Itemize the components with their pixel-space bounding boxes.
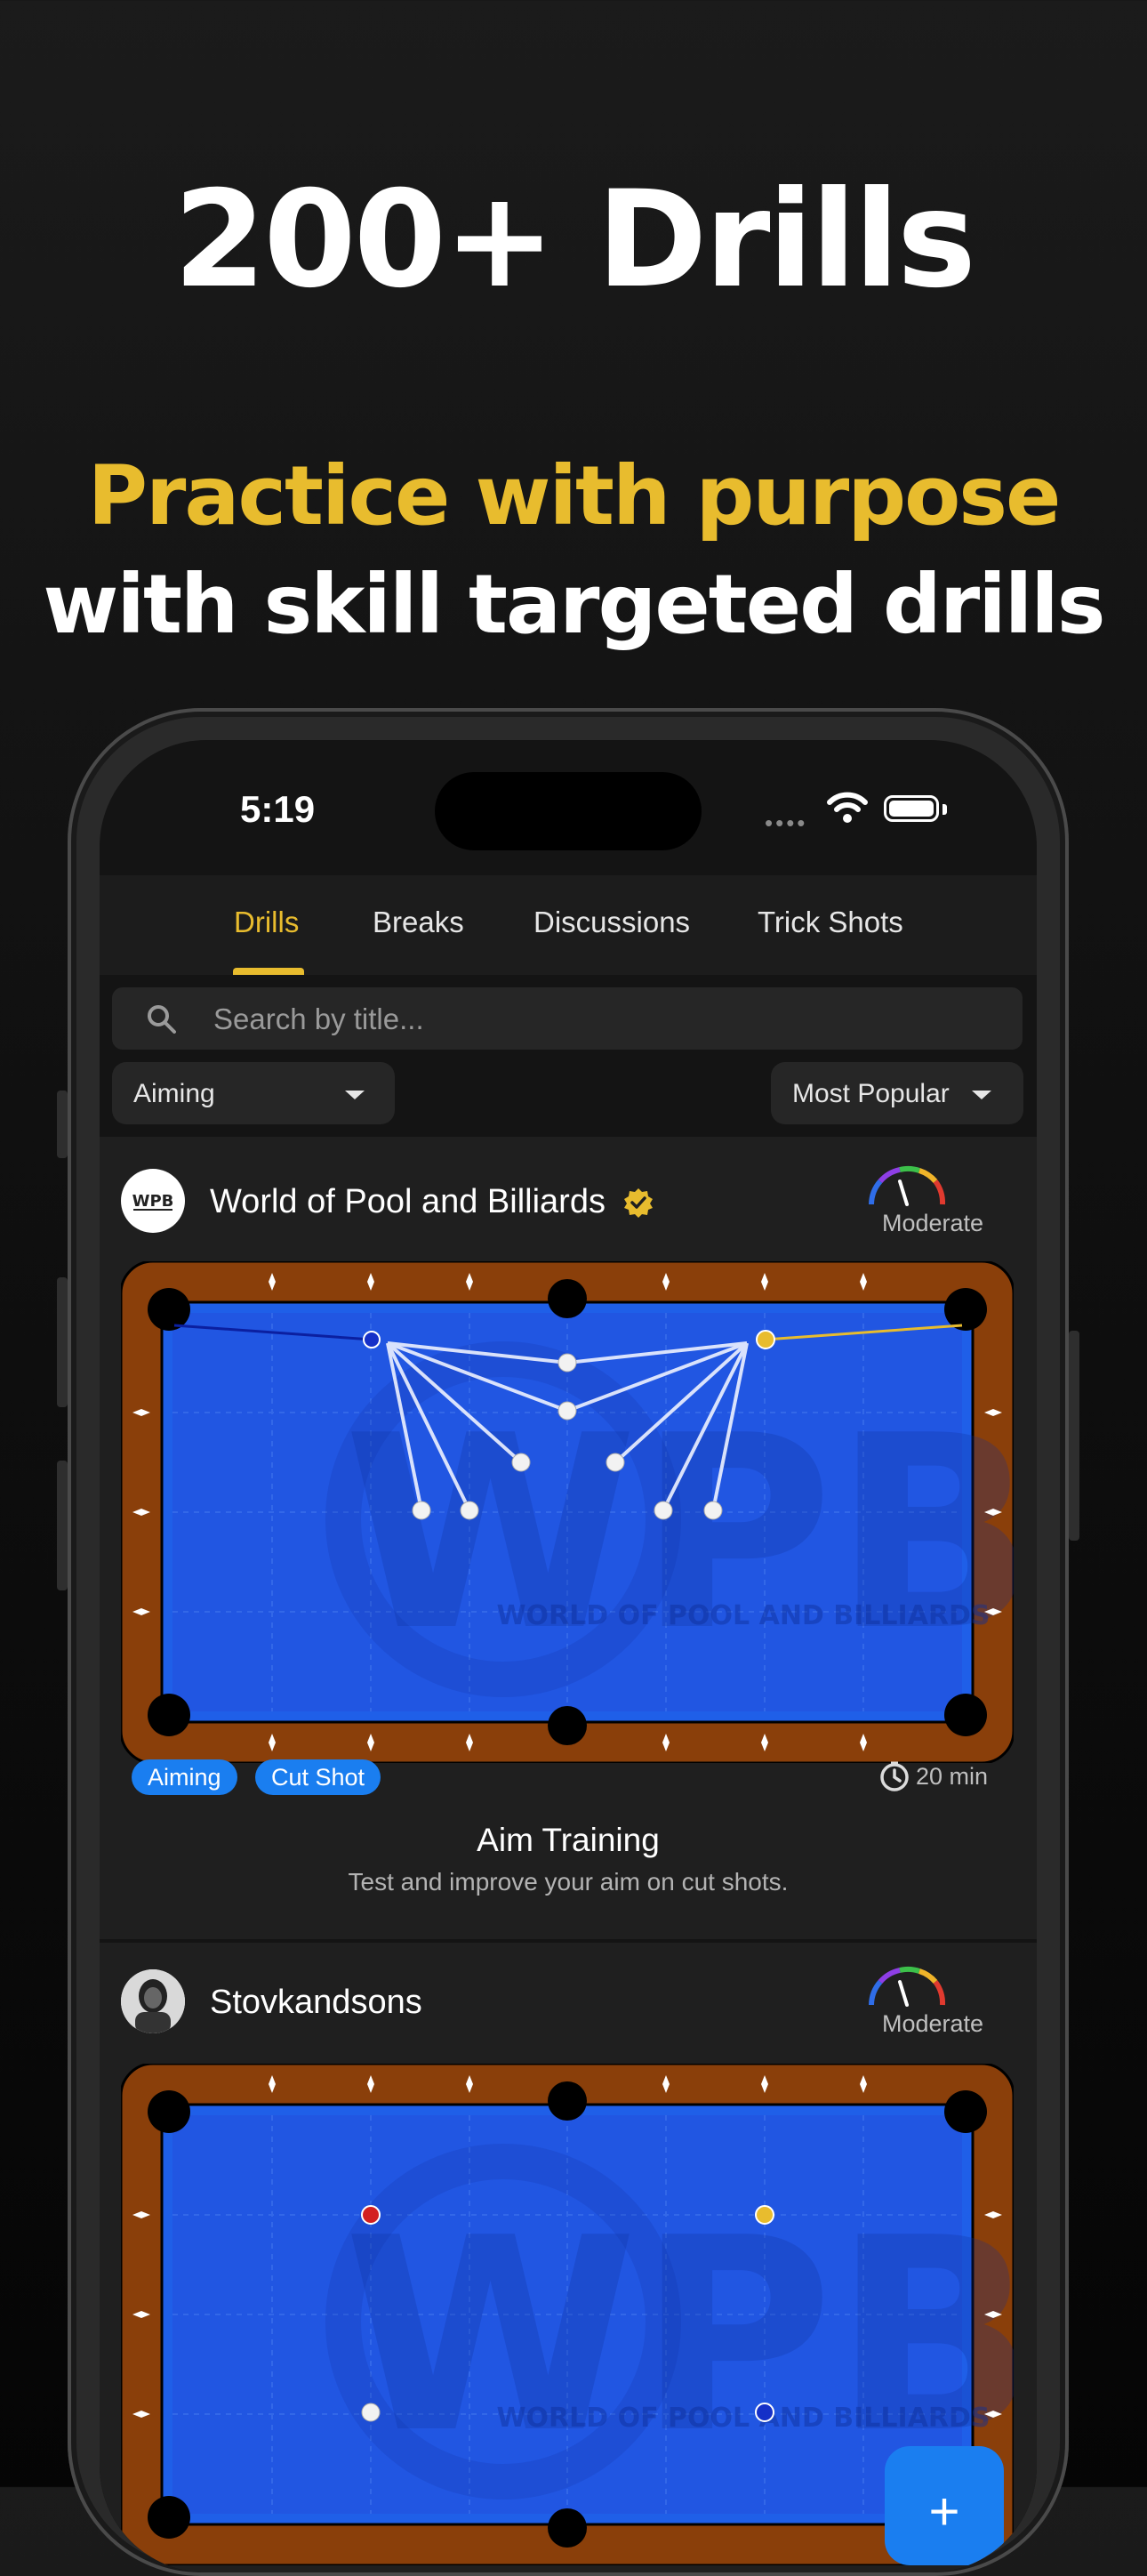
tab-breaks[interactable]: Breaks (373, 906, 464, 939)
svg-text:WPB: WPB (132, 1192, 174, 1211)
marketing-subheadline-line2: with skill targeted drills (43, 557, 1105, 652)
volume-up-button (57, 1277, 68, 1407)
marketing-subheadline-line1: Practice with purpose (87, 448, 1062, 543)
tab-drills[interactable]: Drills (234, 906, 299, 939)
plus-icon: + (928, 2482, 960, 2541)
drill-duration: 20 min (916, 1763, 989, 1790)
wifi-icon (827, 792, 868, 823)
tag-aiming[interactable]: Aiming (132, 1759, 237, 1795)
author-name[interactable]: World of Pool and Billiards (210, 1183, 606, 1221)
signal-icon: •••• (765, 809, 808, 836)
active-tab-indicator (233, 968, 304, 975)
tab-trick-shots[interactable]: Trick Shots (758, 906, 903, 939)
profile-photo-icon (121, 1969, 185, 2033)
clock-icon (880, 1761, 909, 1791)
difficulty-label: Moderate (882, 1210, 984, 1236)
sort-value: Most Popular (792, 1079, 950, 1108)
tab-discussions[interactable]: Discussions (533, 906, 690, 939)
author-name[interactable]: Stovkandsons (210, 1984, 422, 2022)
status-time: 5:19 (240, 788, 316, 830)
battery-icon (884, 795, 939, 822)
search-icon (148, 1005, 176, 1034)
phone-screen: 5:19 •••• Drills Breaks Discussions Tric… (100, 740, 1037, 2572)
drill-title[interactable]: Aim Training (100, 1822, 1037, 1859)
tag-cut-shot[interactable]: Cut Shot (255, 1759, 381, 1795)
category-filter-dropdown[interactable]: Aiming (112, 1062, 395, 1124)
dynamic-island (435, 772, 702, 850)
power-button (1069, 1331, 1079, 1541)
pool-table-diagram[interactable]: WPB WORLD OF POOL AND BILLIARDS (121, 2064, 1014, 2565)
battery-tip (942, 804, 947, 815)
watermark-text: WORLD OF POOL AND BILLIARDS (496, 2403, 990, 2434)
drill-card[interactable]: WPB World of Pool and Billiards Moderate (100, 1137, 1037, 1939)
watermark-text: WORLD OF POOL AND BILLIARDS (496, 1600, 990, 1631)
watermark-logo: WPB (343, 1379, 1014, 1689)
author-avatar[interactable] (121, 1969, 185, 2033)
sort-dropdown[interactable]: Most Popular (771, 1062, 1023, 1124)
wpb-logo-icon: WPB (122, 1170, 184, 1232)
search-bar[interactable]: Search by title... (112, 987, 1023, 1050)
action-button (57, 1091, 68, 1158)
difficulty-label: Moderate (882, 2010, 984, 2037)
add-drill-button[interactable]: + (885, 2446, 1004, 2565)
watermark-logo: WPB (343, 2181, 1014, 2491)
author-avatar[interactable]: WPB (121, 1169, 185, 1233)
chevron-down-icon (345, 1091, 365, 1099)
verified-badge-icon (624, 1188, 653, 1218)
app-content: Drills Breaks Discussions Trick Shots Se… (100, 875, 1037, 2572)
drill-description: Test and improve your aim on cut shots. (348, 1868, 789, 1896)
difficulty-meter-icon (869, 1966, 946, 2007)
marketing-headline: 200+ Drills (172, 163, 976, 318)
chevron-down-icon (972, 1091, 991, 1099)
pool-table-diagram[interactable]: WPB WORLD OF POOL AND BILLIARDS (121, 1261, 1014, 1763)
difficulty-meter-icon (869, 1165, 946, 1206)
volume-down-button (57, 1461, 68, 1590)
tab-bar: Drills Breaks Discussions Trick Shots (100, 875, 1037, 975)
category-filter-value: Aiming (133, 1079, 215, 1108)
search-input[interactable]: Search by title... (213, 1002, 424, 1036)
